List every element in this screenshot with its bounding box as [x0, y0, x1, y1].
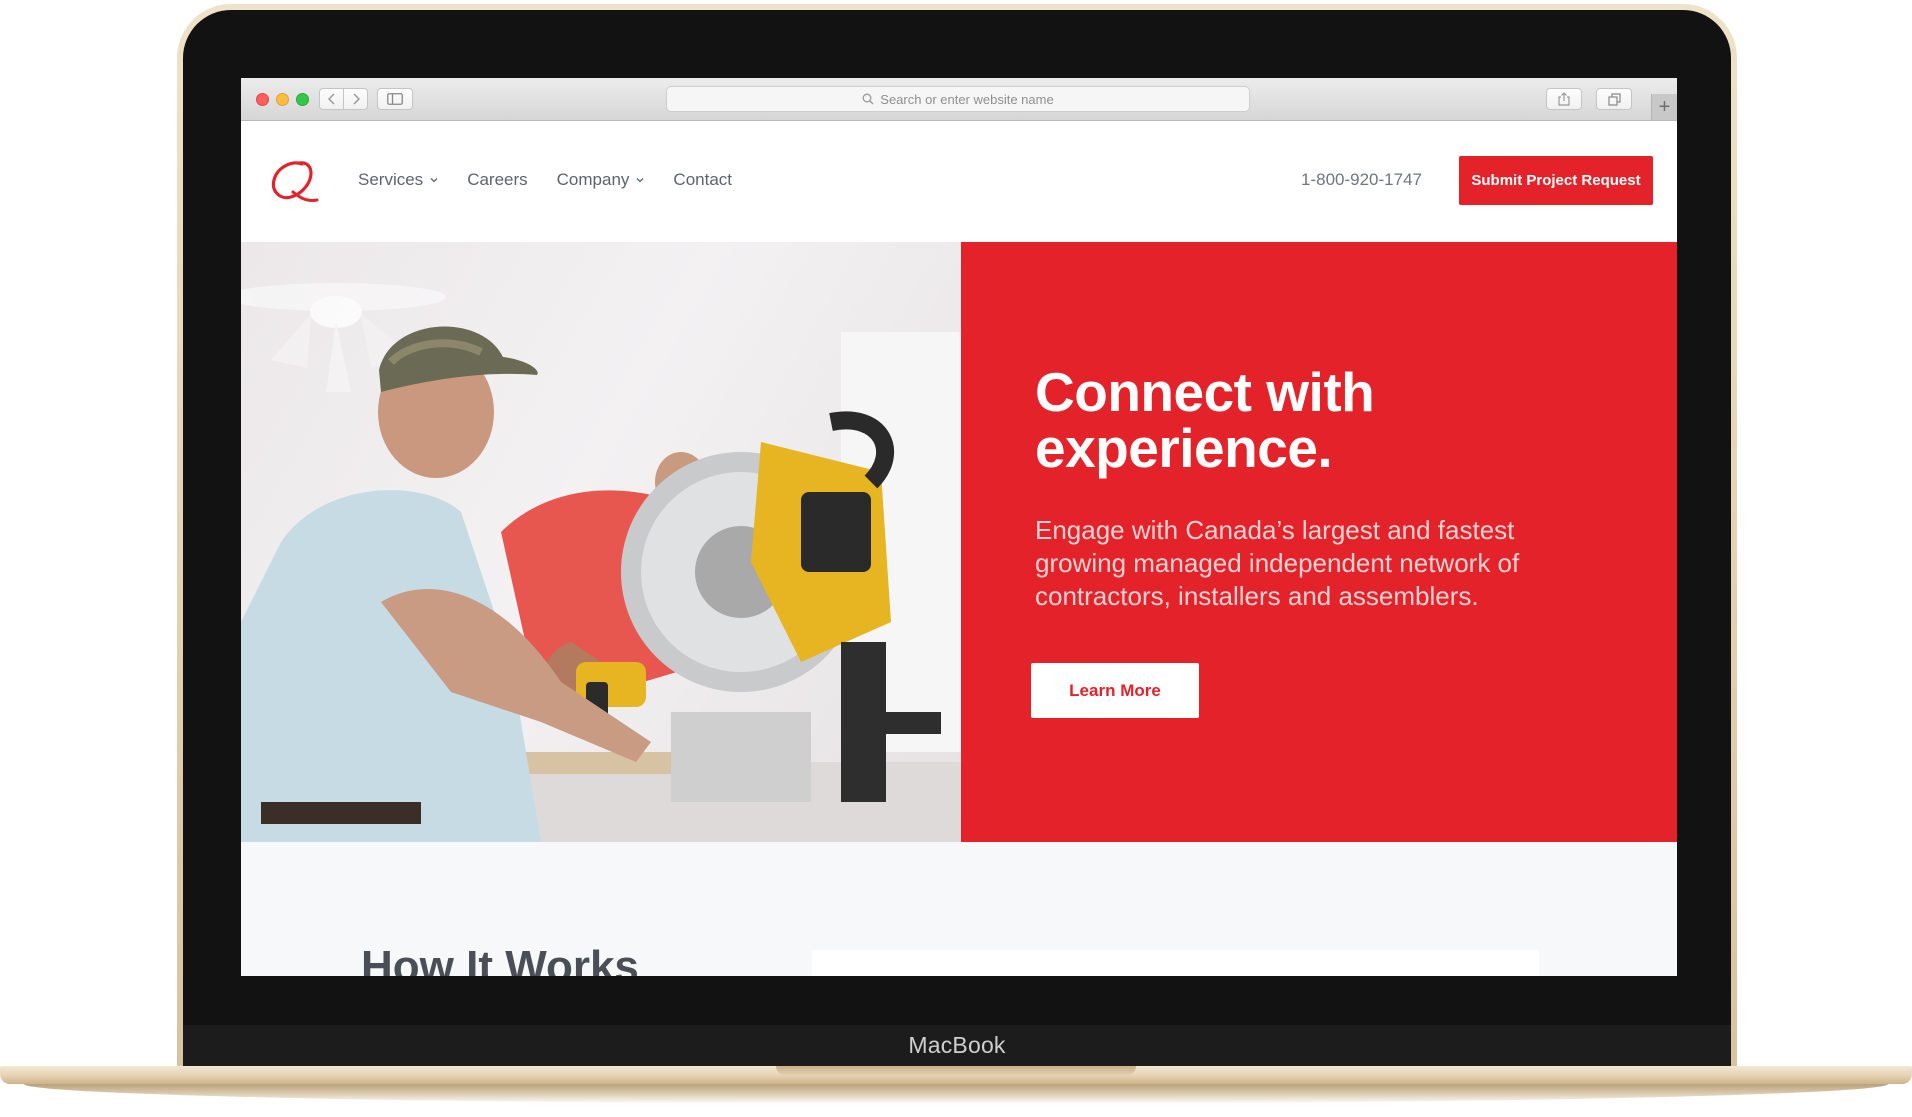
- zoom-window-button[interactable]: [296, 93, 309, 106]
- main-nav: Services Careers Company Contact: [358, 170, 761, 190]
- nav-company[interactable]: Company: [557, 170, 645, 190]
- section-card: [812, 950, 1539, 976]
- laptop-chin: MacBook: [183, 1025, 1731, 1066]
- address-bar[interactable]: Search or enter website name: [666, 86, 1250, 112]
- nav-careers[interactable]: Careers: [467, 170, 527, 190]
- share-icon: [1558, 92, 1570, 106]
- nav-services[interactable]: Services: [358, 170, 438, 190]
- back-button[interactable]: [319, 88, 344, 110]
- chevron-down-icon: [430, 178, 438, 183]
- hero-panel: Connect with experience. Engage with Can…: [961, 242, 1677, 842]
- nav-company-label: Company: [556, 170, 630, 189]
- site-header: Services Careers Company Contact 1-800-9…: [241, 121, 1677, 242]
- chevron-down-icon: [636, 178, 644, 183]
- forward-button[interactable]: [343, 88, 368, 110]
- browser-toolbar: Search or enter website name +: [241, 78, 1677, 121]
- new-tab-button[interactable]: +: [1651, 94, 1677, 120]
- share-button[interactable]: [1546, 88, 1582, 110]
- q-logo[interactable]: [271, 159, 319, 205]
- learn-more-button[interactable]: Learn More: [1031, 663, 1199, 718]
- nav-careers-label: Careers: [467, 170, 528, 189]
- minimize-window-button[interactable]: [276, 93, 289, 106]
- show-tabs-button[interactable]: [1596, 88, 1632, 110]
- hero-title-line-2: experience.: [1035, 417, 1333, 479]
- hero-title: Connect with experience.: [1035, 364, 1635, 476]
- laptop-notch: [776, 1066, 1136, 1075]
- close-window-button[interactable]: [256, 93, 269, 106]
- hero-section: Connect with experience. Engage with Can…: [241, 242, 1677, 842]
- nav-contact[interactable]: Contact: [673, 170, 732, 190]
- nav-services-label: Services: [358, 170, 424, 189]
- laptop-shadow: [24, 1084, 1888, 1104]
- device-label: MacBook: [908, 1032, 1006, 1058]
- section-title: How It Works: [361, 942, 639, 976]
- chevron-right-icon: [352, 93, 360, 105]
- plus-icon: +: [1658, 95, 1671, 118]
- nav-contact-label: Contact: [673, 170, 733, 189]
- submit-project-request-button[interactable]: Submit Project Request: [1459, 156, 1653, 205]
- phone-number-link[interactable]: 1-800-920-1747: [1301, 170, 1422, 190]
- chevron-left-icon: [327, 93, 335, 105]
- address-placeholder: Search or enter website name: [880, 91, 1054, 107]
- contractors-using-miter-saw-illustration: [241, 283, 961, 842]
- hero-image: [241, 242, 961, 842]
- screen: Search or enter website name + Services …: [241, 78, 1677, 976]
- how-it-works-section: How It Works: [241, 842, 1677, 976]
- tabs-icon: [1607, 92, 1621, 106]
- hero-description: Engage with Canada’s largest and fastest…: [1035, 515, 1520, 611]
- search-icon: [862, 93, 874, 105]
- sidebar-toggle-button[interactable]: [377, 88, 413, 110]
- sidebar-icon: [387, 93, 403, 105]
- hero-title-line-1: Connect with: [1035, 361, 1375, 423]
